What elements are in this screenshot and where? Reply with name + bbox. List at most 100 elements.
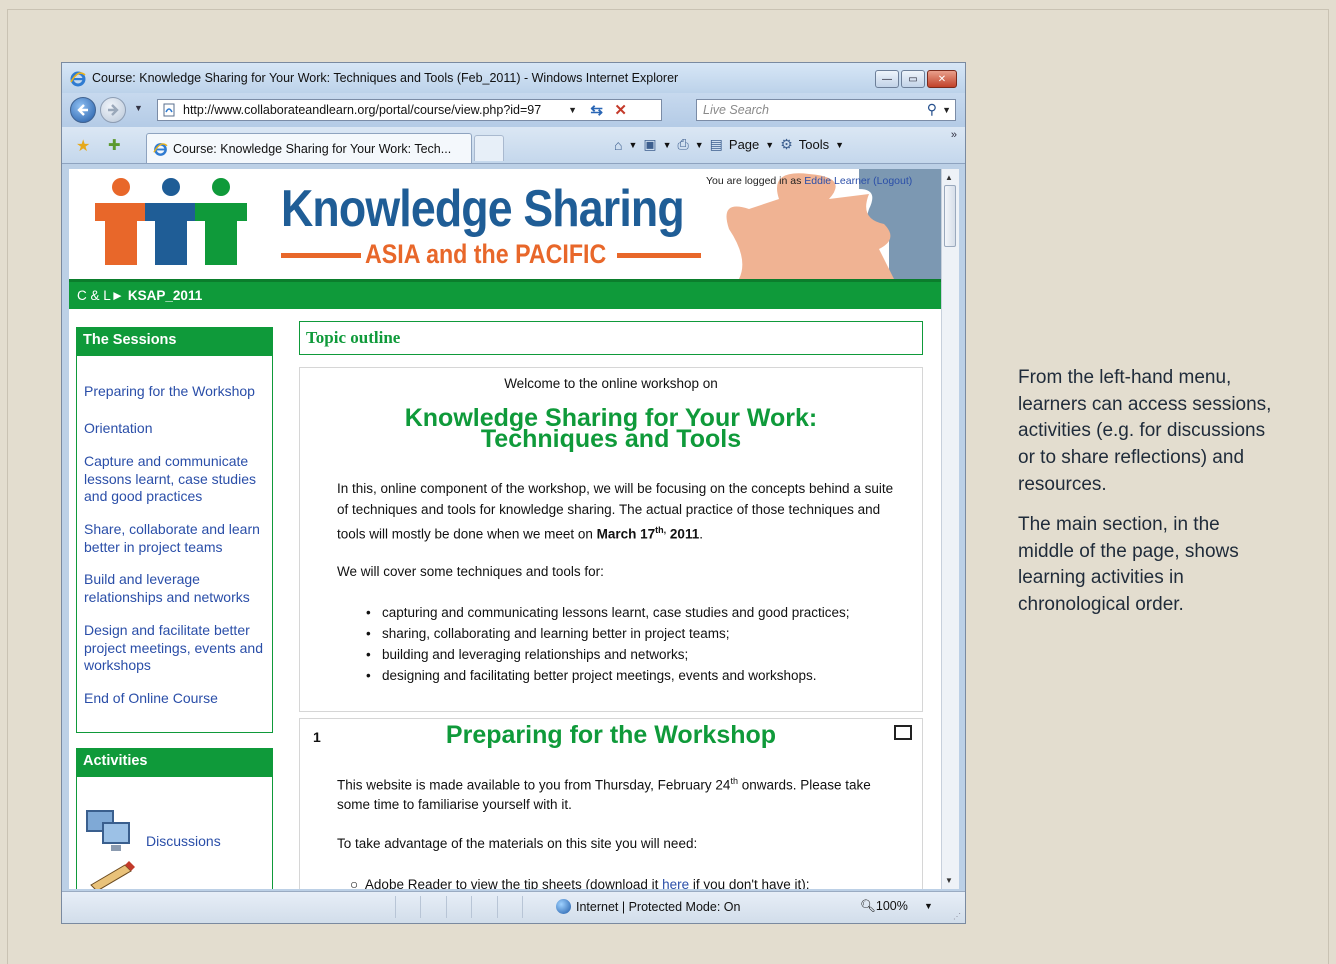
highlight-toggle-icon[interactable]: [894, 725, 912, 740]
scroll-up-icon[interactable]: ▲: [945, 173, 953, 182]
course-title-line-2: Techniques and Tools: [480, 425, 742, 453]
tools-gear-icon: ⚙: [780, 136, 793, 152]
zoom-dropdown-icon[interactable]: ▼: [924, 901, 933, 911]
breadcrumb-root[interactable]: C & L: [77, 288, 111, 303]
search-icon[interactable]: ⚲: [927, 101, 937, 118]
session-link-preparing[interactable]: Preparing for the Workshop: [84, 383, 269, 401]
sessions-block: The Sessions Preparing for the Workshop …: [76, 327, 273, 733]
session-link-build[interactable]: Build and leverage relationships and net…: [84, 571, 269, 606]
security-zone[interactable]: Internet | Protected Mode: On: [556, 899, 740, 914]
session-link-capture[interactable]: Capture and communicate lessons learnt, …: [84, 453, 269, 506]
search-placeholder: Live Search: [703, 103, 770, 117]
list-item: sharing, collaborating and learning bett…: [366, 623, 850, 644]
reflection-pencil-icon: [90, 861, 135, 889]
discussions-icon: [86, 810, 130, 851]
session-link-orientation[interactable]: Orientation: [84, 420, 269, 438]
download-link[interactable]: here: [662, 877, 689, 889]
ie-logo-icon: [70, 71, 86, 87]
vertical-scrollbar[interactable]: ▲ ▼: [941, 169, 959, 889]
page-icon: [163, 103, 175, 117]
forward-button[interactable]: [100, 97, 126, 123]
intro-date-sup: th,: [655, 525, 667, 535]
tab-label: Course: Knowledge Sharing for Your Work:…: [173, 142, 452, 156]
zoom-level[interactable]: 🔍︎100%: [860, 899, 908, 914]
search-dropdown-icon[interactable]: ▼: [942, 105, 951, 115]
maximize-button[interactable]: ▭: [901, 70, 925, 88]
intro-section: Welcome to the online workshop on Knowle…: [299, 367, 923, 712]
resize-grip-icon[interactable]: ⋰: [953, 912, 961, 921]
home-dropdown-icon[interactable]: ▼: [628, 140, 637, 150]
close-button[interactable]: ✕: [927, 70, 957, 88]
list-item: building and leveraging relationships an…: [366, 644, 850, 665]
home-icon[interactable]: ⌂: [614, 137, 622, 153]
zone-text: Internet | Protected Mode: On: [576, 900, 741, 914]
topic-outline-title: Topic outline: [306, 328, 401, 347]
address-bar[interactable]: http://www.collaborateandlearn.org/porta…: [157, 99, 662, 121]
logout-link[interactable]: (Logout): [873, 175, 912, 187]
login-info: You are logged in as Eddie Learner (Logo…: [706, 175, 912, 187]
section-text-a: This website is made available to you fr…: [337, 777, 731, 793]
session-link-share[interactable]: Share, collaborate and learn better in p…: [84, 521, 269, 556]
list-item: designing and facilitating better projec…: [366, 665, 850, 686]
topics-list: capturing and communicating lessons lear…: [366, 602, 850, 686]
user-link[interactable]: Eddie Learner: [804, 175, 870, 187]
cover-text: We will cover some techniques and tools …: [337, 564, 604, 579]
page-dropdown-icon: ▼: [765, 139, 775, 150]
title-bar: Course: Knowledge Sharing for Your Work:…: [62, 63, 965, 93]
zoom-text: 100%: [875, 899, 908, 913]
course-title: Knowledge Sharing for Your Work: Techniq…: [300, 406, 922, 453]
globe-icon: [556, 899, 571, 914]
sub-bullet-text-b: if you don't have it);: [689, 877, 810, 889]
chevron-more-icon[interactable]: »: [951, 129, 957, 141]
intro-paragraph: In this, online component of the worksho…: [337, 478, 897, 545]
print-icon[interactable]: ⎙: [678, 136, 689, 153]
page-menu-button[interactable]: Page: [729, 137, 759, 152]
scroll-down-icon[interactable]: ▼: [945, 876, 953, 885]
command-bar: ⌂ ▼ ▣ ▼ ⎙ ▼ ▤ Page ▼ ⚙ Tools ▼: [614, 136, 850, 153]
page-menu-icon: ▤: [709, 136, 723, 152]
intro-date: March 17: [596, 526, 656, 542]
address-text: http://www.collaborateandlearn.org/porta…: [183, 103, 542, 117]
new-tab-button[interactable]: [474, 135, 504, 161]
section-paragraph-1: This website is made available to you fr…: [337, 772, 897, 814]
login-prefix: You are logged in as: [706, 175, 802, 187]
topic-outline-header: Topic outline: [299, 321, 923, 355]
list-item: capturing and communicating lessons lear…: [366, 602, 850, 623]
ie-tab-icon: [153, 143, 168, 156]
session-link-end[interactable]: End of Online Course: [84, 690, 269, 708]
discussions-link[interactable]: Discussions: [146, 833, 221, 849]
add-favorites-icon[interactable]: ✚: [108, 136, 121, 154]
stop-icon[interactable]: ✕: [614, 101, 627, 119]
breadcrumb-arrow-icon: ►: [110, 288, 125, 303]
activities-heading: Activities: [77, 749, 272, 777]
back-button[interactable]: [70, 97, 96, 123]
caption-paragraph-1: From the left-hand menu, learners can ac…: [1018, 367, 1272, 495]
sub-bullet-text-a: Adobe Reader to view the tip sheets (dow…: [364, 877, 663, 889]
tab-course[interactable]: Course: Knowledge Sharing for Your Work:…: [146, 133, 472, 163]
section-title: Preparing for the Workshop: [445, 721, 777, 749]
browser-window: Course: Knowledge Sharing for Your Work:…: [61, 62, 966, 924]
caption-paragraph-2: The main section, in the middle of the p…: [1018, 514, 1239, 616]
minimize-button[interactable]: —: [875, 70, 899, 88]
favorites-star-icon[interactable]: ★: [76, 136, 90, 156]
breadcrumb-bar: C & L► KSAP_2011: [69, 279, 941, 309]
sessions-heading: The Sessions: [77, 328, 272, 356]
refresh-icon[interactable]: ⇆: [590, 101, 603, 119]
scroll-thumb[interactable]: [944, 185, 956, 247]
page-viewport: Knowledge Sharing ASIA and the PACIFIC Y…: [69, 169, 941, 889]
search-input[interactable]: Live Search ⚲ ▼: [696, 99, 956, 121]
tools-menu-button[interactable]: Tools: [799, 137, 829, 152]
feeds-icon[interactable]: ▣: [643, 136, 656, 153]
list-item: ○ Adobe Reader to view the tip sheets (d…: [350, 877, 810, 889]
intro-end: .: [699, 526, 703, 542]
site-banner: Knowledge Sharing ASIA and the PACIFIC Y…: [69, 169, 941, 279]
feeds-dropdown-icon[interactable]: ▼: [663, 140, 672, 150]
session-link-design[interactable]: Design and facilitate better project mee…: [84, 622, 269, 675]
print-dropdown-icon[interactable]: ▼: [695, 140, 704, 150]
intro-year: 2011: [666, 526, 700, 542]
address-dropdown-icon[interactable]: ▼: [568, 105, 577, 115]
section-1: 1 Preparing for the Workshop This websit…: [299, 718, 923, 889]
history-dropdown-icon[interactable]: ▼: [134, 103, 143, 113]
address-row: ▼ http://www.collaborateandlearn.org/por…: [62, 93, 965, 127]
brand-subtitle-text: ASIA and the PACIFIC: [365, 239, 607, 269]
